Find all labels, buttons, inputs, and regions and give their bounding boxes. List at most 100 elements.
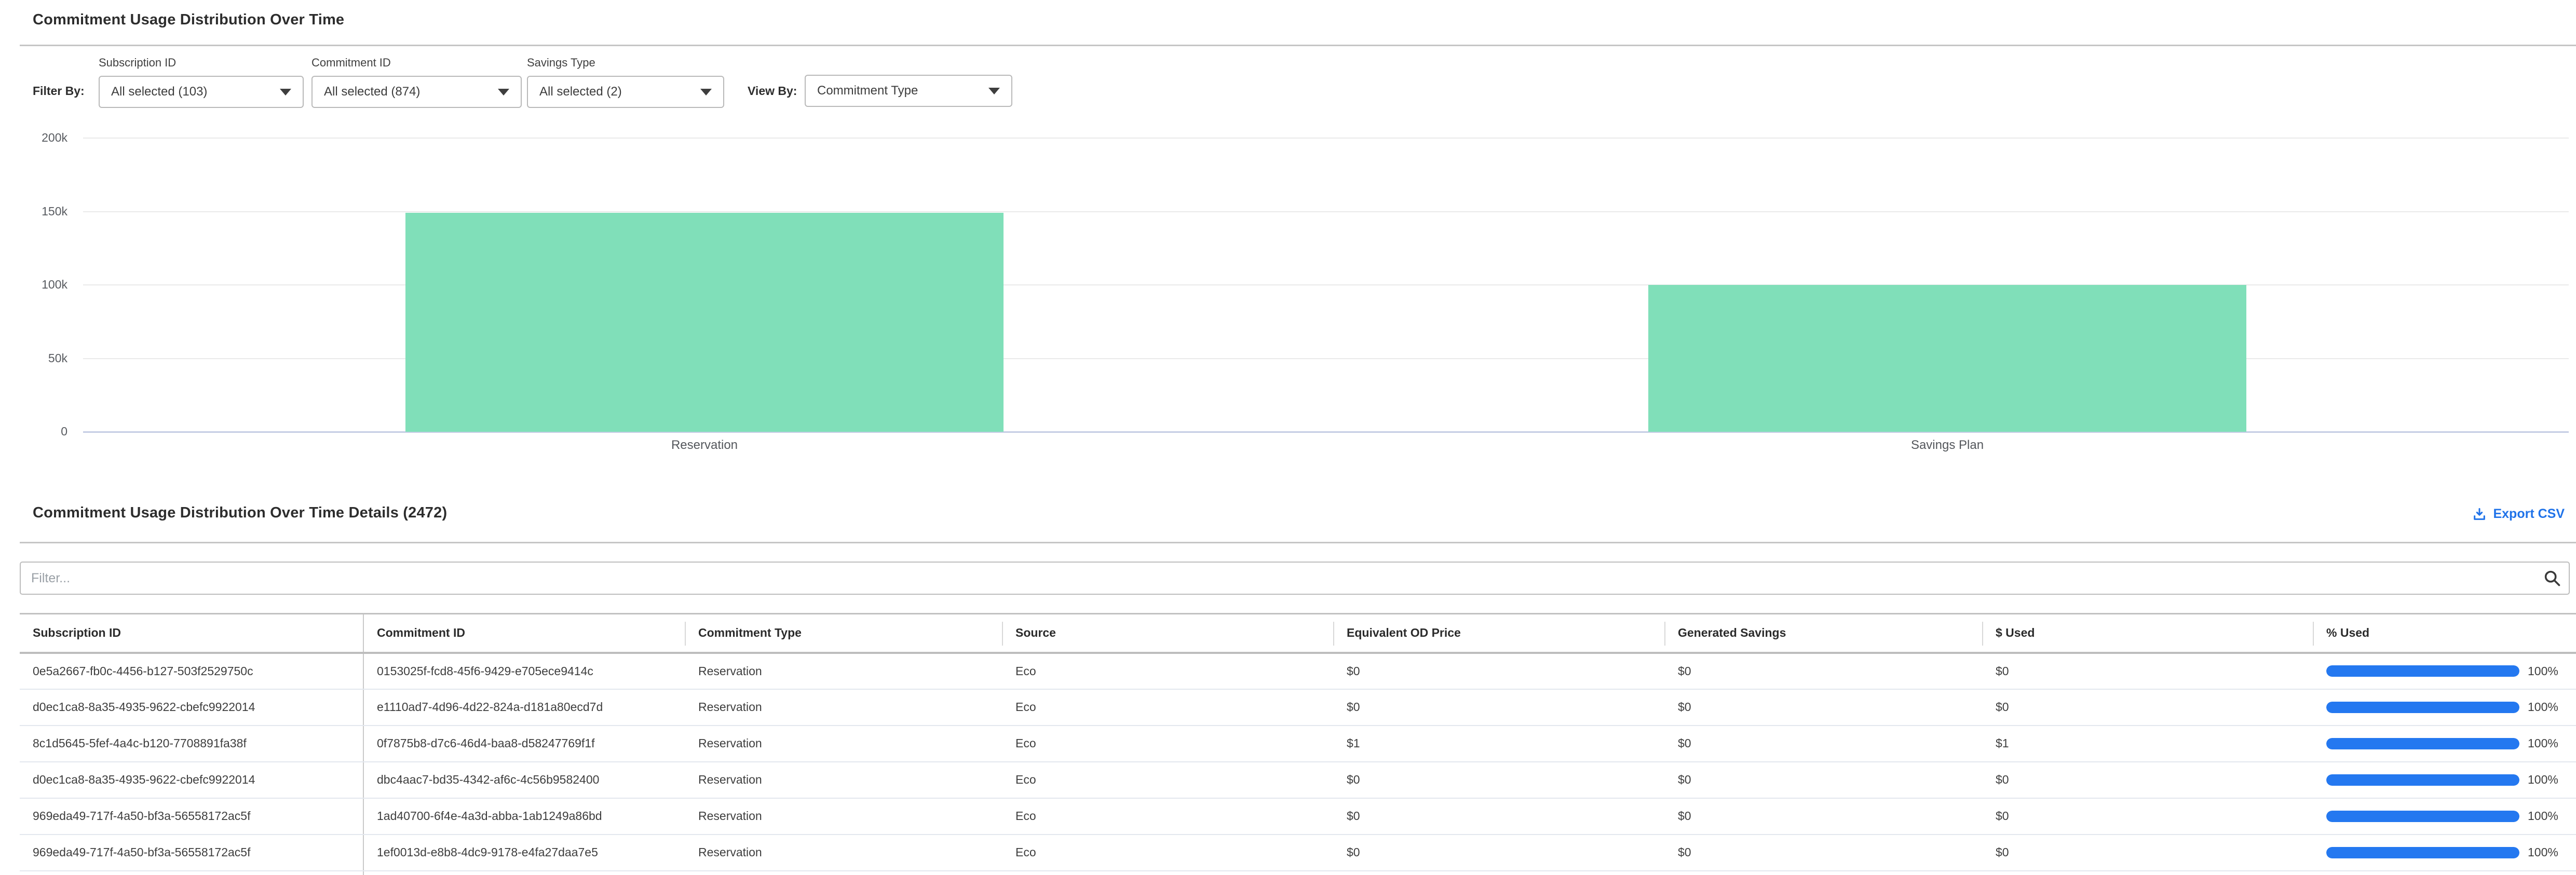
table-row: 969eda49-717f-4a50-bf3a-56558172ac5f1ad4… [20,798,2576,835]
cell-equivalent-od-price: $0 [1334,762,1665,798]
cell-source: Eco [1002,689,1334,726]
y-axis-tick-label: 150k [0,204,67,218]
progress-fill [2326,811,2519,822]
cell-generated-savings: $0 [1665,689,1983,726]
used-progress-bar [2326,847,2519,858]
cell-commitment-id: 1ad40700-6f4e-4a3d-abba-1ab1249a86bd [363,798,685,835]
cell-source: Eco [1002,726,1334,762]
used-progress-bar [2326,738,2519,749]
table-row: d0ec1ca8-8a35-4935-9622-cbefc9922014e111… [20,689,2576,726]
cell-generated-savings: $0 [1665,762,1983,798]
y-axis-tick-label: 100k [0,278,67,292]
export-csv-button[interactable]: Export CSV [2472,507,2565,522]
cell-commitment-id: 1ef0013d-e8b8-4dc9-9178-e4fa27daa7e5 [363,835,685,871]
used-percent-label: 100% [2528,773,2558,787]
details-table: Subscription IDCommitment IDCommitment T… [20,613,2576,875]
cell-used: $0 [1983,798,2313,835]
cell-used: 100% [2313,689,2576,726]
y-axis-tick-label: 0 [0,425,67,439]
cell-used: 100% [2313,762,2576,798]
commitment-usage-bar-chart: 200k 150k 100k 50k 0 Reservation Savings Plan [0,0,2576,467]
x-axis-category-label: Reservation [497,438,912,453]
cell-equivalent-od-price: $1 [1334,726,1665,762]
table-row: 8c1d5645-5fef-4a4c-b120-7708891fa38f0f78… [20,726,2576,762]
bar-savings-plan[interactable] [1648,285,2246,432]
cell-generated-savings: $0 [1665,653,1983,689]
cell-equivalent-od-price: $0 [1334,689,1665,726]
table-row-partial [20,871,2576,875]
cell-commitment-type: Reservation [685,653,1002,689]
column-header-used[interactable]: $ Used [1983,614,2313,653]
table-row: d0ec1ca8-8a35-4935-9622-cbefc9922014dbc4… [20,762,2576,798]
section-divider [20,542,2576,543]
column-header-subscription-id[interactable]: Subscription ID [20,614,363,653]
used-progress-bar [2326,702,2519,713]
cell-commitment-type: Reservation [685,726,1002,762]
cell-used: 100% [2313,653,2576,689]
cell-subscription-id: 0e5a2667-fb0c-4456-b127-503f2529750c [20,653,363,689]
progress-fill [2326,665,2519,677]
column-header-equivalent-od-price[interactable]: Equivalent OD Price [1334,614,1665,653]
gridline [83,138,2569,139]
column-header-used[interactable]: % Used [2313,614,2576,653]
cell-source: Eco [1002,798,1334,835]
cell-source: Eco [1002,653,1334,689]
cell-equivalent-od-price: $0 [1334,653,1665,689]
cell-subscription-id: 8c1d5645-5fef-4a4c-b120-7708891fa38f [20,726,363,762]
cell-used: $0 [1983,689,2313,726]
progress-fill [2326,738,2519,749]
cell-generated-savings: $0 [1665,726,1983,762]
cell-generated-savings: $0 [1665,835,1983,871]
cell-commitment-id: dbc4aac7-bd35-4342-af6c-4c56b9582400 [363,762,685,798]
bar-reservation[interactable] [405,213,1004,432]
search-icon[interactable] [2543,569,2561,590]
cell-used: $0 [1983,762,2313,798]
x-axis-category-label: Savings Plan [1740,438,2155,453]
progress-fill [2326,847,2519,858]
progress-fill [2326,702,2519,713]
column-header-source[interactable]: Source [1002,614,1334,653]
cell-generated-savings: $0 [1665,798,1983,835]
table-filter-input[interactable] [20,562,2570,595]
used-percent-label: 100% [2528,809,2558,823]
cell-equivalent-od-price: $0 [1334,798,1665,835]
cell-commitment-type: Reservation [685,762,1002,798]
cell-source: Eco [1002,835,1334,871]
details-section-title: Commitment Usage Distribution Over Time … [33,504,447,522]
cell-used: 100% [2313,835,2576,871]
used-percent-label: 100% [2528,736,2558,750]
cell-used: $1 [1983,726,2313,762]
cell-commitment-id: e1110ad7-4d96-4d22-824a-d181a80ecd7d [363,689,685,726]
cell-commitment-type: Reservation [685,835,1002,871]
used-percent-label: 100% [2528,700,2558,714]
download-icon [2472,507,2487,522]
table-header-row: Subscription IDCommitment IDCommitment T… [20,614,2576,653]
cell-used: 100% [2313,798,2576,835]
table-row: 969eda49-717f-4a50-bf3a-56558172ac5f1ef0… [20,835,2576,871]
column-header-commitment-id[interactable]: Commitment ID [363,614,685,653]
cell-used: 100% [2313,726,2576,762]
cell-subscription-id: d0ec1ca8-8a35-4935-9622-cbefc9922014 [20,689,363,726]
y-axis-tick-label: 50k [0,351,67,365]
cell-equivalent-od-price: $0 [1334,835,1665,871]
cell-commitment-id: 0153025f-fcd8-45f6-9429-e705ece9414c [363,653,685,689]
cell-subscription-id: 969eda49-717f-4a50-bf3a-56558172ac5f [20,835,363,871]
used-progress-bar [2326,665,2519,677]
used-progress-bar [2326,811,2519,822]
used-percent-label: 100% [2528,664,2558,678]
cell-commitment-type: Reservation [685,798,1002,835]
y-axis-tick-label: 200k [0,131,67,145]
cell-subscription-id: 969eda49-717f-4a50-bf3a-56558172ac5f [20,798,363,835]
export-csv-label: Export CSV [2493,507,2565,522]
cell-subscription-id: d0ec1ca8-8a35-4935-9622-cbefc9922014 [20,762,363,798]
column-header-generated-savings[interactable]: Generated Savings [1665,614,1983,653]
column-header-commitment-type[interactable]: Commitment Type [685,614,1002,653]
cell-commitment-type: Reservation [685,689,1002,726]
used-percent-label: 100% [2528,845,2558,859]
used-progress-bar [2326,774,2519,786]
gridline [83,211,2569,212]
progress-fill [2326,774,2519,786]
cell-used: $0 [1983,835,2313,871]
cell-used: $0 [1983,653,2313,689]
cell-commitment-id: 0f7875b8-d7c6-46d4-baa8-d58247769f1f [363,726,685,762]
